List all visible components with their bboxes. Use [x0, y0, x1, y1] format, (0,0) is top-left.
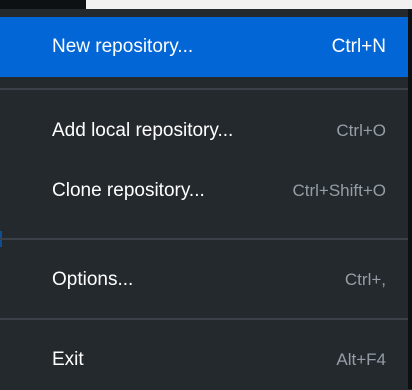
- menu-item-exit[interactable]: Exit Alt+F4: [0, 330, 408, 390]
- menu-item-options[interactable]: Options... Ctrl+,: [0, 250, 408, 310]
- top-strip-left: [0, 0, 86, 9]
- window-top-strip: [0, 0, 412, 9]
- menu-item-label: New repository...: [52, 36, 194, 57]
- menu-item-shortcut: Ctrl+Shift+O: [292, 181, 386, 200]
- menu-item-clone-repository[interactable]: Clone repository... Ctrl+Shift+O: [0, 161, 408, 221]
- menu-item-shortcut: Ctrl+N: [331, 36, 386, 57]
- menu-item-shortcut: Alt+F4: [336, 350, 386, 369]
- menu-separator: [0, 88, 408, 90]
- menu-item-label: Options...: [52, 269, 134, 290]
- menu-item-label: Add local repository...: [52, 120, 234, 141]
- menu-item-add-local-repository[interactable]: Add local repository... Ctrl+O: [0, 101, 408, 161]
- file-menu-dropdown: New repository... Ctrl+N Add local repos…: [0, 9, 412, 389]
- menu-item-shortcut: Ctrl+O: [336, 121, 386, 140]
- top-strip-right: [86, 0, 412, 9]
- menu-item-shortcut: Ctrl+,: [344, 270, 386, 289]
- menu-item-new-repository[interactable]: New repository... Ctrl+N: [0, 17, 408, 77]
- menu-separator: [0, 318, 408, 320]
- menu-separator: [0, 238, 408, 240]
- menu-item-label: Exit: [52, 349, 84, 370]
- menu-item-label: Clone repository...: [52, 180, 205, 201]
